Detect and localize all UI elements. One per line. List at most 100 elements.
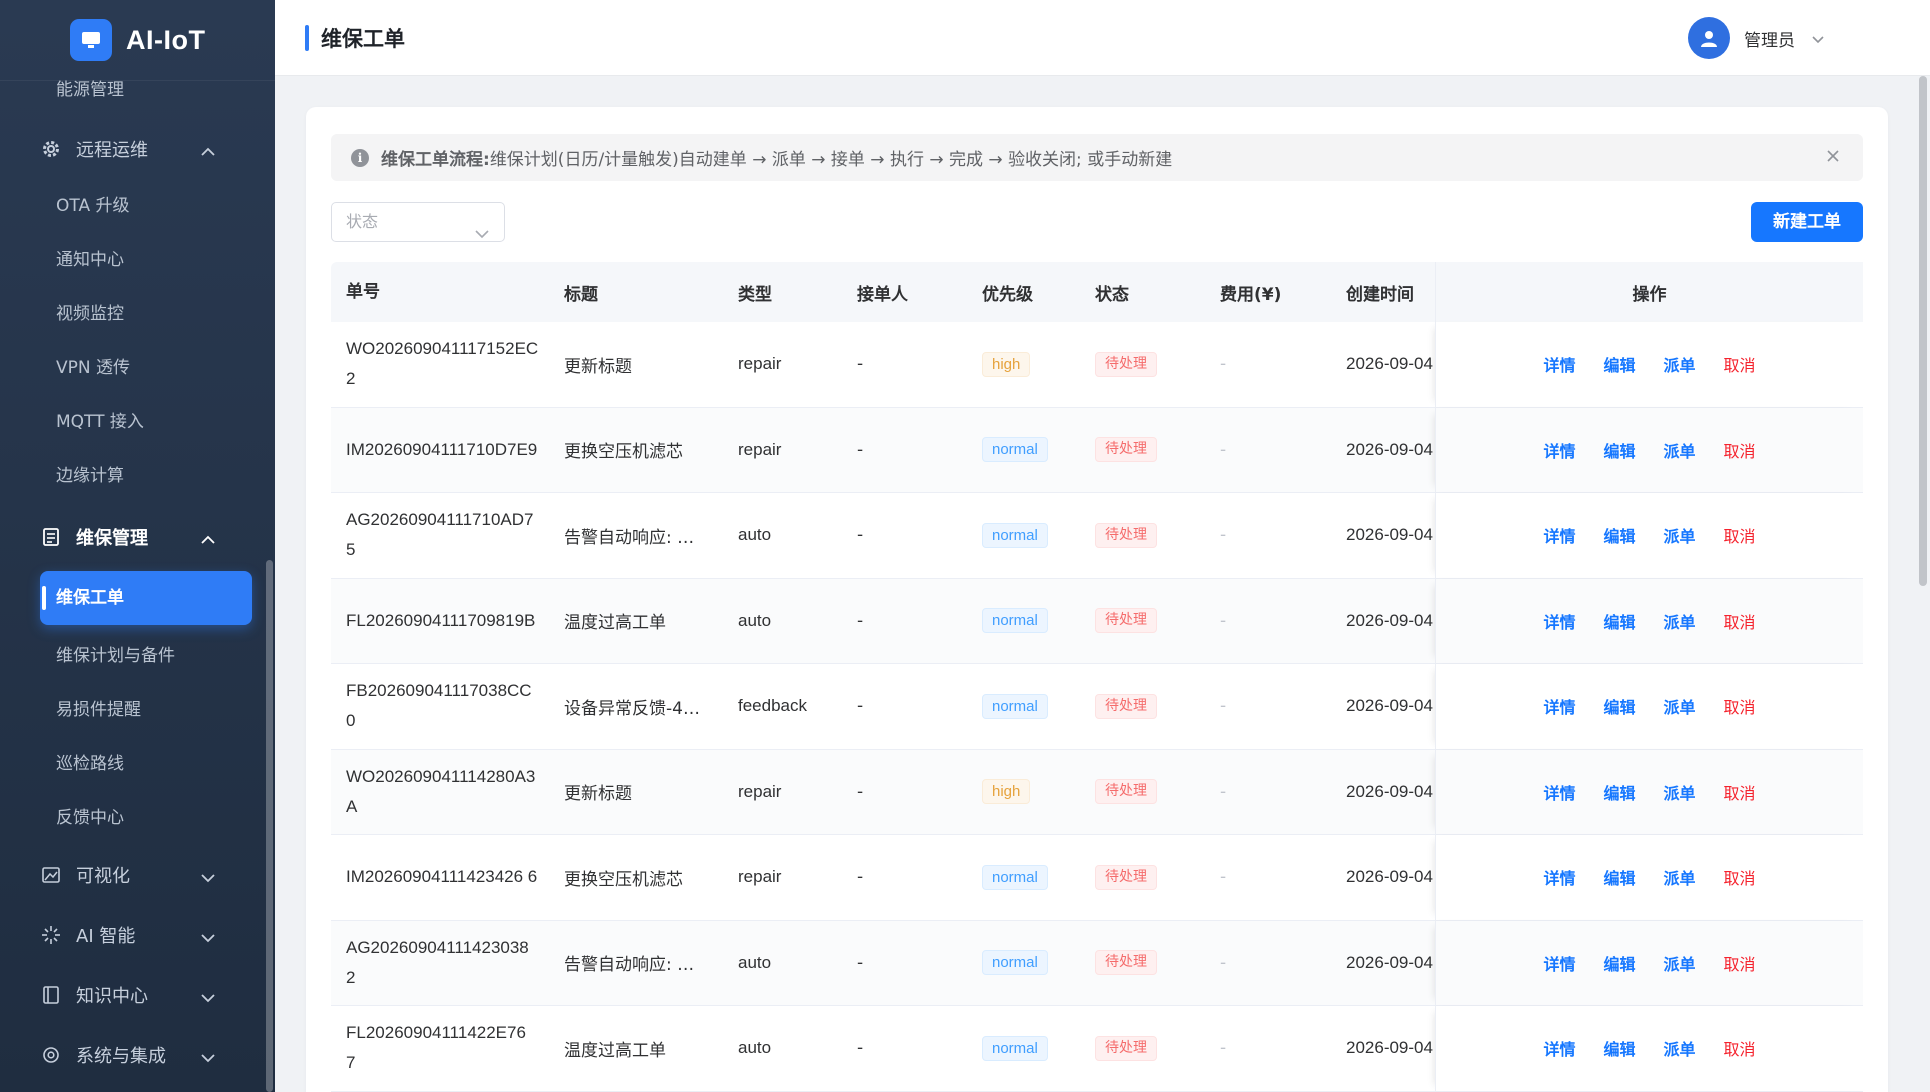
detail-link[interactable]: 详情 <box>1543 609 1575 633</box>
cell-priority: normal <box>967 864 1080 890</box>
edit-link[interactable]: 编辑 <box>1603 780 1635 804</box>
cancel-link[interactable]: 取消 <box>1724 865 1756 889</box>
sidebar-item-plan[interactable]: 维保计划与备件 <box>0 629 266 683</box>
sidebar-scrollbar[interactable] <box>266 560 273 1092</box>
edit-link[interactable]: 编辑 <box>1603 694 1635 718</box>
edit-link[interactable]: 编辑 <box>1603 609 1635 633</box>
sidebar-item-ota[interactable]: OTA 升级 <box>0 179 266 233</box>
edit-link[interactable]: 编辑 <box>1603 438 1635 462</box>
sidebar-item-vpn[interactable]: VPN 透传 <box>0 341 266 395</box>
cell-created: 2026-09-04 <box>1346 696 1433 716</box>
priority-tag: normal <box>982 693 1048 719</box>
sidebar-group-knowledge[interactable]: 知识中心 <box>0 965 266 1025</box>
dispatch-link[interactable]: 派单 <box>1664 352 1696 376</box>
status-select[interactable]: 状态 <box>331 202 505 242</box>
sidebar-group-ai[interactable]: AI 智能 <box>0 905 266 965</box>
sidebar-item-mqtt[interactable]: MQTT 接入 <box>0 395 266 449</box>
table-row: FL20260904111422E76 7 温度过高工单 auto - norm… <box>331 1006 1863 1092</box>
dispatch-link[interactable]: 派单 <box>1664 780 1696 804</box>
user-name[interactable]: 管理员 <box>1744 26 1795 51</box>
cell-no: WO202609041117152EC2 <box>346 339 539 389</box>
status-badge: 待处理 <box>1095 864 1157 890</box>
edit-link[interactable]: 编辑 <box>1603 865 1635 889</box>
dispatch-link[interactable]: 派单 <box>1664 438 1696 462</box>
sidebar-item-feedback[interactable]: 反馈中心 <box>0 791 266 845</box>
detail-link[interactable]: 详情 <box>1543 951 1575 975</box>
sidebar-group-visual[interactable]: 可视化 <box>0 845 266 905</box>
cell-title: 更新标题 <box>564 356 632 377</box>
cell-fee: - <box>1220 781 1227 802</box>
detail-link[interactable]: 详情 <box>1543 438 1575 462</box>
sidebar-item-wear[interactable]: 易损件提醒 <box>0 683 266 737</box>
cancel-link[interactable]: 取消 <box>1724 438 1756 462</box>
detail-link[interactable]: 详情 <box>1543 523 1575 547</box>
cell-type: repair <box>738 867 782 887</box>
cancel-link[interactable]: 取消 <box>1724 523 1756 547</box>
table-row: WO202609041117152EC2 更新标题 repair - high … <box>331 322 1863 408</box>
chevron-down-icon[interactable] <box>1811 29 1825 48</box>
user-menu[interactable]: 管理员 <box>1688 17 1825 59</box>
chevron-down-icon <box>200 1047 216 1068</box>
cell-priority: normal <box>967 437 1080 463</box>
priority-tag: normal <box>982 950 1048 976</box>
sidebar-item-energy[interactable]: 能源管理 <box>0 81 266 109</box>
cancel-link[interactable]: 取消 <box>1724 780 1756 804</box>
dispatch-link[interactable]: 派单 <box>1664 1036 1696 1060</box>
table-row: FL20260904111709819B 温度过高工单 auto - norma… <box>331 578 1863 664</box>
sidebar-group-remote[interactable]: 远程运维 <box>0 119 266 179</box>
dispatch-link[interactable]: 派单 <box>1664 951 1696 975</box>
cell-no: FL20260904111422E76 7 <box>346 1023 526 1073</box>
sidebar-item-workorder[interactable]: 维保工单 <box>40 571 252 625</box>
cancel-link[interactable]: 取消 <box>1724 951 1756 975</box>
edit-link[interactable]: 编辑 <box>1603 951 1635 975</box>
sidebar-item-edge[interactable]: 边缘计算 <box>0 449 266 503</box>
sidebar-group-label: AI 智能 <box>76 926 136 947</box>
detail-link[interactable]: 详情 <box>1543 1036 1575 1060</box>
table-row: FB202609041117038CC0 设备异常反馈-4… feedback … <box>331 664 1863 750</box>
chevron-down-icon <box>200 987 216 1008</box>
flow-alert: i 维保工单流程: 维保计划(日历/计量触发)自动建单 → 派单 → 接单 → … <box>331 134 1863 181</box>
cancel-link[interactable]: 取消 <box>1724 609 1756 633</box>
dispatch-link[interactable]: 派单 <box>1664 523 1696 547</box>
cell-priority: normal <box>967 608 1080 634</box>
status-badge: 待处理 <box>1095 1035 1157 1061</box>
edit-link[interactable]: 编辑 <box>1603 352 1635 376</box>
detail-link[interactable]: 详情 <box>1543 780 1575 804</box>
sidebar-group-maint[interactable]: 维保管理 <box>0 507 266 567</box>
edit-link[interactable]: 编辑 <box>1603 523 1635 547</box>
cancel-link[interactable]: 取消 <box>1724 352 1756 376</box>
document-icon <box>40 526 62 548</box>
detail-link[interactable]: 详情 <box>1543 694 1575 718</box>
dispatch-link[interactable]: 派单 <box>1664 609 1696 633</box>
table-body: WO202609041117152EC2 更新标题 repair - high … <box>331 322 1863 1092</box>
page-scrollbar[interactable] <box>1919 76 1927 586</box>
cell-assignee: - <box>857 439 864 460</box>
sidebar-group-system[interactable]: 系统与集成 <box>0 1025 266 1085</box>
cell-title: 更换空压机滤芯 <box>564 442 683 463</box>
cell-ops: 详情 编辑 派单 取消 <box>1435 749 1863 834</box>
cell-no: FB202609041117038CC0 <box>346 681 532 731</box>
cell-created: 2026-09-04 <box>1346 952 1433 972</box>
dispatch-link[interactable]: 派单 <box>1664 694 1696 718</box>
detail-link[interactable]: 详情 <box>1543 352 1575 376</box>
cell-ops: 详情 编辑 派单 取消 <box>1435 664 1863 749</box>
col-header-status: 状态 <box>1095 284 1129 305</box>
image-icon <box>40 864 62 886</box>
edit-link[interactable]: 编辑 <box>1603 1036 1635 1060</box>
cell-title: 温度过高工单 <box>564 1040 666 1061</box>
new-workorder-button[interactable]: 新建工单 <box>1751 202 1863 242</box>
cell-type: repair <box>738 354 782 374</box>
sidebar-item-patrol[interactable]: 巡检路线 <box>0 737 266 791</box>
detail-link[interactable]: 详情 <box>1543 865 1575 889</box>
cell-type: auto <box>738 952 772 972</box>
cancel-link[interactable]: 取消 <box>1724 694 1756 718</box>
avatar[interactable] <box>1688 17 1730 59</box>
cancel-link[interactable]: 取消 <box>1724 1036 1756 1060</box>
cell-fee: - <box>1220 952 1227 973</box>
close-icon[interactable] <box>1825 148 1841 169</box>
sidebar-item-video[interactable]: 视频监控 <box>0 287 266 341</box>
col-header-type: 类型 <box>738 284 772 304</box>
dispatch-link[interactable]: 派单 <box>1664 865 1696 889</box>
cell-type: auto <box>738 1038 772 1058</box>
sidebar-item-notify[interactable]: 通知中心 <box>0 233 266 287</box>
